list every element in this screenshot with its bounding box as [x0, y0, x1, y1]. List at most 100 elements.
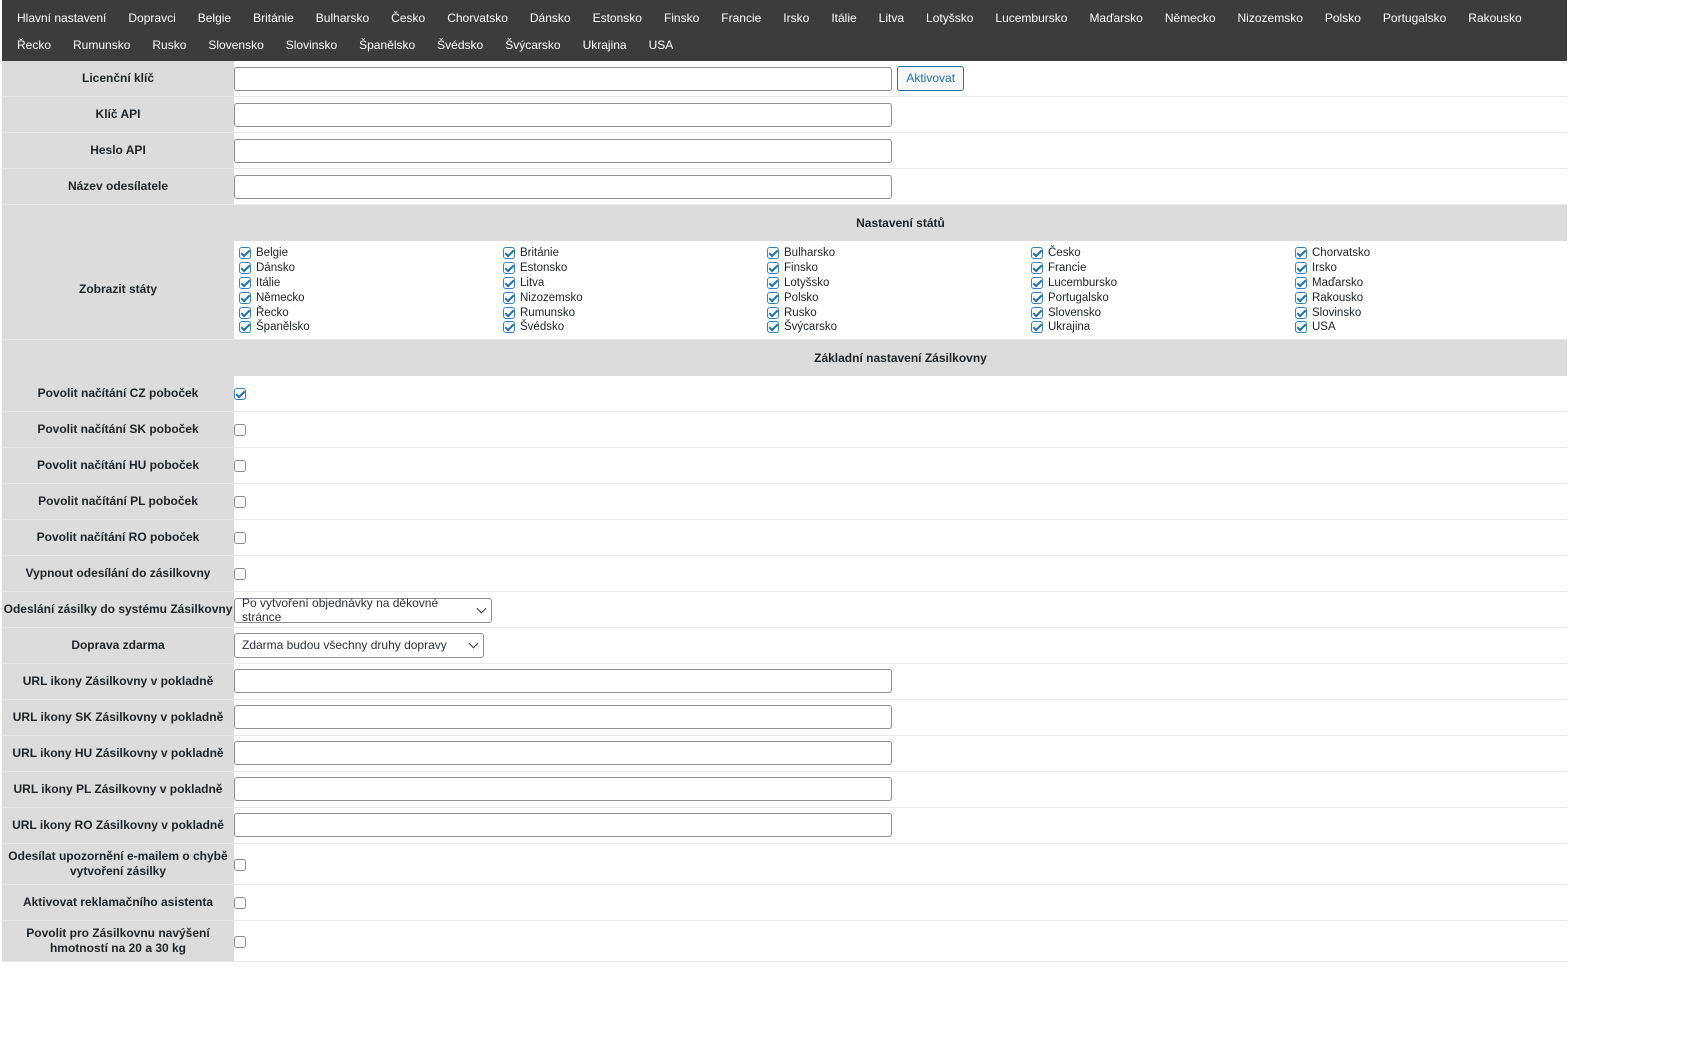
- state-checkbox[interactable]: [1031, 306, 1043, 319]
- state-checkbox[interactable]: [503, 321, 515, 334]
- state-checkbox[interactable]: [767, 276, 779, 289]
- state-slovensko[interactable]: Slovensko: [1031, 305, 1295, 320]
- povolit-nacitani-hu-pobocek-checkbox[interactable]: [234, 460, 246, 473]
- tab-irsko[interactable]: Irsko: [774, 4, 822, 31]
- tab-spanelsko[interactable]: Španělsko: [350, 31, 428, 58]
- tab-recko[interactable]: Řecko: [8, 31, 64, 58]
- tab-slovinsko[interactable]: Slovinsko: [277, 31, 350, 58]
- state-estonsko[interactable]: Estonsko: [503, 261, 767, 276]
- state-checkbox[interactable]: [239, 262, 251, 275]
- state-usa[interactable]: USA: [1295, 320, 1559, 335]
- state-checkbox[interactable]: [1031, 262, 1043, 275]
- state-belgie[interactable]: Belgie: [239, 246, 503, 261]
- state-checkbox[interactable]: [239, 291, 251, 304]
- state-checkbox[interactable]: [1031, 247, 1043, 260]
- state-bulharsko[interactable]: Bulharsko: [767, 246, 1031, 261]
- tab-usa[interactable]: USA: [640, 31, 687, 58]
- tab-svedsko[interactable]: Švédsko: [428, 31, 496, 58]
- tab-slovensko[interactable]: Slovensko: [199, 31, 276, 58]
- tab-dansko[interactable]: Dánsko: [521, 4, 584, 31]
- state-checkbox[interactable]: [767, 306, 779, 319]
- state-checkbox[interactable]: [1295, 262, 1307, 275]
- state-checkbox[interactable]: [239, 276, 251, 289]
- license-key-input[interactable]: [234, 66, 892, 91]
- tab-finsko[interactable]: Finsko: [655, 4, 712, 31]
- state-checkbox[interactable]: [239, 321, 251, 334]
- api-password-input[interactable]: [234, 138, 892, 163]
- send-to-zasilkovna-select[interactable]: Po vytvoření objednávky na děkovné strán…: [234, 596, 492, 624]
- tab-madarsko[interactable]: Maďarsko: [1080, 4, 1155, 31]
- state-chorvatsko[interactable]: Chorvatsko: [1295, 246, 1559, 261]
- state-recko[interactable]: Řecko: [239, 305, 503, 320]
- state-svycarsko[interactable]: Švýcarsko: [767, 320, 1031, 335]
- state-checkbox[interactable]: [767, 247, 779, 260]
- state-rusko[interactable]: Rusko: [767, 305, 1031, 320]
- sender-name-input[interactable]: [234, 174, 892, 199]
- tab-lotyssko[interactable]: Lotyšsko: [917, 4, 986, 31]
- url-ikony-sk-zasilkovny-v-pokladne-input[interactable]: [234, 705, 892, 730]
- state-svedsko[interactable]: Švédsko: [503, 320, 767, 335]
- state-madarsko[interactable]: Maďarsko: [1295, 276, 1559, 291]
- tab-portugalsko[interactable]: Portugalsko: [1374, 4, 1459, 31]
- state-polsko[interactable]: Polsko: [767, 290, 1031, 305]
- url-ikony-pl-zasilkovny-v-pokladne-input[interactable]: [234, 777, 892, 802]
- state-dansko[interactable]: Dánsko: [239, 261, 503, 276]
- state-irsko[interactable]: Irsko: [1295, 261, 1559, 276]
- povolit-nacitani-sk-pobocek-checkbox[interactable]: [234, 424, 246, 437]
- state-slovinsko[interactable]: Slovinsko: [1295, 305, 1559, 320]
- state-checkbox[interactable]: [239, 247, 251, 260]
- state-checkbox[interactable]: [767, 291, 779, 304]
- state-checkbox[interactable]: [1295, 291, 1307, 304]
- state-checkbox[interactable]: [503, 306, 515, 319]
- tab-rumunsko[interactable]: Rumunsko: [64, 31, 143, 58]
- state-spanelsko[interactable]: Španělsko: [239, 320, 503, 335]
- vypnout-odesilani-do-zasilkovny-checkbox[interactable]: [234, 568, 246, 581]
- povolit-nacitani-cz-pobocek-checkbox[interactable]: [234, 388, 246, 401]
- tab-chorvatsko[interactable]: Chorvatsko: [438, 4, 521, 31]
- tab-cesko[interactable]: Česko: [382, 4, 438, 31]
- state-finsko[interactable]: Finsko: [767, 261, 1031, 276]
- state-checkbox[interactable]: [503, 262, 515, 275]
- state-checkbox[interactable]: [1031, 321, 1043, 334]
- state-britanie[interactable]: Británie: [503, 246, 767, 261]
- state-checkbox[interactable]: [1295, 321, 1307, 334]
- tab-britanie[interactable]: Británie: [244, 4, 307, 31]
- povolit-nacitani-pl-pobocek-checkbox[interactable]: [234, 496, 246, 509]
- state-checkbox[interactable]: [767, 262, 779, 275]
- tab-nizozemsko[interactable]: Nizozemsko: [1229, 4, 1316, 31]
- tab-estonsko[interactable]: Estonsko: [584, 4, 655, 31]
- state-italie[interactable]: Itálie: [239, 276, 503, 291]
- state-checkbox[interactable]: [503, 291, 515, 304]
- tab-belgie[interactable]: Belgie: [189, 4, 244, 31]
- tab-litva[interactable]: Litva: [870, 4, 917, 31]
- povolit-nacitani-ro-pobocek-checkbox[interactable]: [234, 532, 246, 545]
- state-rumunsko[interactable]: Rumunsko: [503, 305, 767, 320]
- tab-lucembursko[interactable]: Lucembursko: [986, 4, 1080, 31]
- state-checkbox[interactable]: [503, 276, 515, 289]
- state-checkbox[interactable]: [1295, 247, 1307, 260]
- url-ikony-hu-zasilkovny-v-pokladne-input[interactable]: [234, 741, 892, 766]
- state-cesko[interactable]: Česko: [1031, 246, 1295, 261]
- tab-svycarsko[interactable]: Švýcarsko: [496, 31, 573, 58]
- state-checkbox[interactable]: [1031, 276, 1043, 289]
- tab-hlavni-nastaveni[interactable]: Hlavní nastavení: [8, 4, 119, 31]
- url-ikony-ro-zasilkovny-v-pokladne-input[interactable]: [234, 813, 892, 838]
- state-checkbox[interactable]: [1031, 291, 1043, 304]
- state-francie[interactable]: Francie: [1031, 261, 1295, 276]
- api-key-input[interactable]: [234, 102, 892, 127]
- tab-dopravci[interactable]: Dopravci: [119, 4, 188, 31]
- activate-button[interactable]: Aktivovat: [897, 66, 965, 91]
- state-nemecko[interactable]: Německo: [239, 290, 503, 305]
- tab-bulharsko[interactable]: Bulharsko: [307, 4, 382, 31]
- state-lucembursko[interactable]: Lucembursko: [1031, 276, 1295, 291]
- state-checkbox[interactable]: [239, 306, 251, 319]
- state-litva[interactable]: Litva: [503, 276, 767, 291]
- tab-rusko[interactable]: Rusko: [143, 31, 199, 58]
- tab-nemecko[interactable]: Německo: [1156, 4, 1229, 31]
- url-ikony-zasilkovny-v-pokladne-input[interactable]: [234, 669, 892, 694]
- state-portugalsko[interactable]: Portugalsko: [1031, 290, 1295, 305]
- state-rakousko[interactable]: Rakousko: [1295, 290, 1559, 305]
- state-checkbox[interactable]: [1295, 276, 1307, 289]
- povolit-pro-zasilkovnu-navyseni-hmotnosti-na-20-a-30-kg-checkbox[interactable]: [234, 935, 246, 948]
- state-nizozemsko[interactable]: Nizozemsko: [503, 290, 767, 305]
